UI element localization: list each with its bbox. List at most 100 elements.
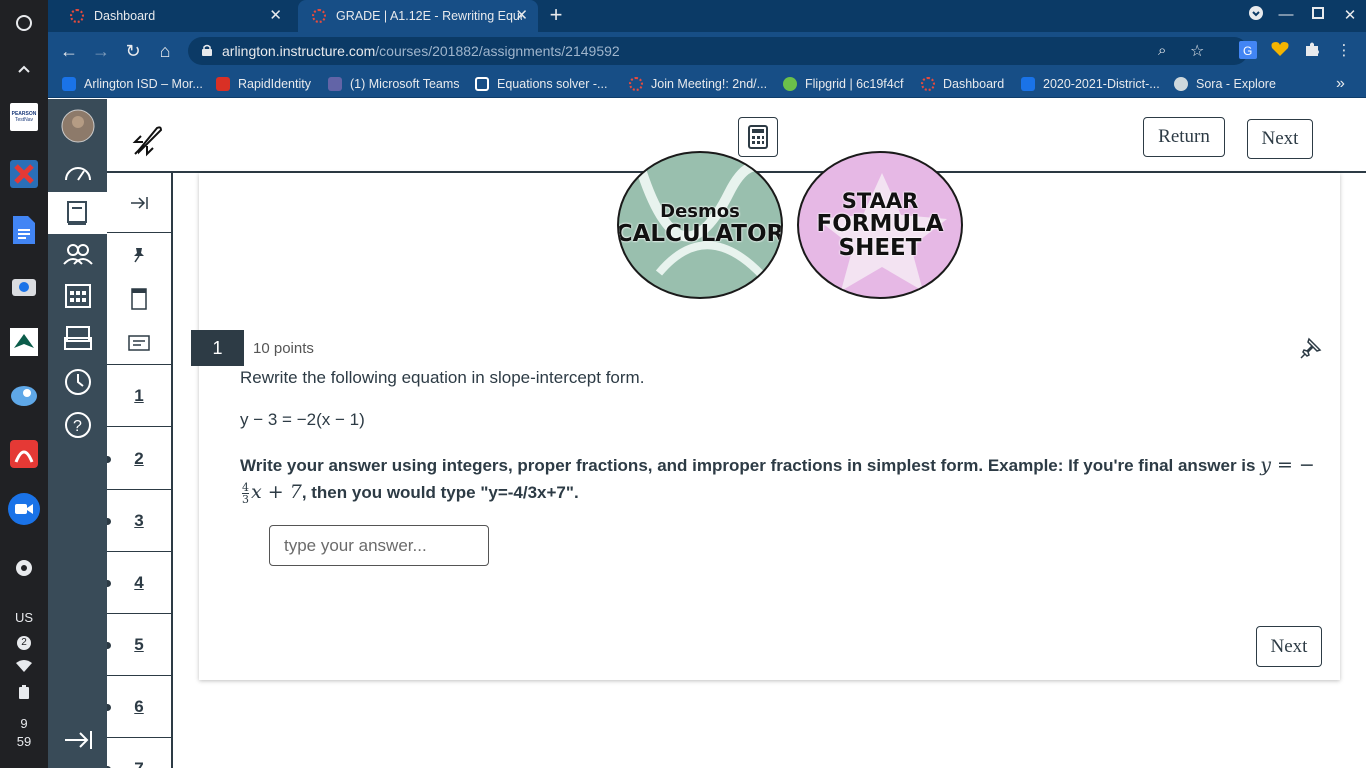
clock-hour[interactable]: 9: [0, 716, 48, 731]
collapse-nav-icon[interactable]: [48, 719, 107, 761]
reload-icon[interactable]: ↻: [122, 40, 144, 62]
question-nav-item-7[interactable]: 7: [107, 738, 171, 768]
bookmark-rapididentity[interactable]: RapidIdentity: [216, 75, 311, 93]
bookmark-arlington-isd[interactable]: Arlington ISD – Mor...: [62, 75, 203, 93]
bookmark-label: RapidIdentity: [238, 77, 311, 91]
expand-panel-icon[interactable]: [107, 173, 171, 233]
calculator-icon: [748, 125, 768, 149]
clock-minute[interactable]: 59: [0, 734, 48, 749]
bookmark-join-meeting[interactable]: Join Meeting!: 2nd/...: [629, 75, 767, 93]
question-nav-number: 1: [134, 385, 144, 405]
dragon-app-icon[interactable]: [7, 437, 41, 471]
bookmark-sora[interactable]: Sora - Explore: [1174, 75, 1276, 93]
question-nav-number: 2: [134, 448, 144, 468]
svg-text:?: ?: [73, 418, 82, 435]
extensions-puzzle-icon[interactable]: [1302, 41, 1322, 61]
bookmark-equations-solver[interactable]: Equations solver -...: [475, 75, 607, 93]
fraction-numerator: 4: [242, 480, 249, 494]
zoom-search-icon[interactable]: ⌕: [1158, 42, 1166, 59]
inbox-icon[interactable]: [48, 317, 107, 359]
google-translate-icon[interactable]: G: [1238, 41, 1258, 61]
math-part-a: y = −: [1260, 454, 1315, 476]
question-prompt: Rewrite the following equation in slope-…: [240, 368, 645, 387]
tab-search-icon[interactable]: [1246, 6, 1266, 24]
list-view-icon[interactable]: [107, 321, 171, 365]
history-clock-icon[interactable]: [48, 361, 107, 403]
zoom-icon[interactable]: [8, 493, 40, 525]
close-tab-icon[interactable]: ✕: [515, 8, 528, 23]
tab-title: GRADE | A1.12E - Rewriting Equa: [336, 9, 522, 23]
fraction: 43: [242, 482, 249, 505]
pin-question-icon[interactable]: [1300, 337, 1322, 359]
address-bar[interactable]: arlington.instructure.com/courses/201882…: [188, 37, 1248, 65]
groups-icon[interactable]: [48, 233, 107, 275]
courses-icon[interactable]: [48, 192, 107, 234]
app-x-icon[interactable]: [7, 157, 41, 191]
grid-icon: [475, 77, 489, 91]
bookmark-star-icon[interactable]: ☆: [1190, 41, 1204, 61]
staar-label-line2: FORMULA: [816, 210, 944, 237]
audio-icon[interactable]: [7, 551, 41, 585]
browser-tab-dashboard[interactable]: Dashboard ✕: [56, 0, 292, 32]
question-points: 10 points: [253, 340, 314, 357]
question-instructions: Write your answer using integers, proper…: [240, 452, 1325, 506]
bookmark-district[interactable]: 2020-2021-District-...: [1021, 75, 1160, 93]
question-nav-number: 7: [134, 758, 144, 768]
camera-icon[interactable]: [7, 269, 41, 303]
bookmark-microsoft-teams[interactable]: (1) Microsoft Teams: [328, 75, 460, 93]
back-icon[interactable]: ←: [58, 40, 80, 62]
question-nav-item-6[interactable]: 6: [107, 676, 171, 738]
desmos-calculator-link[interactable]: Desmos CALCULATOR: [617, 151, 783, 299]
input-locale[interactable]: US: [0, 610, 48, 625]
question-nav-item-1[interactable]: 1: [107, 365, 171, 427]
close-window-icon[interactable]: ✕: [1340, 6, 1360, 24]
question-nav-item-4[interactable]: 4: [107, 552, 171, 614]
bookmark-dashboard[interactable]: Dashboard: [921, 75, 1004, 93]
calculator-button[interactable]: [738, 117, 778, 157]
forward-icon[interactable]: →: [90, 40, 112, 62]
answer-input[interactable]: [269, 525, 489, 566]
unanswered-dot: [107, 456, 111, 463]
launcher-icon[interactable]: [7, 6, 41, 40]
notification-count-badge[interactable]: 2: [17, 636, 31, 650]
question-card: Desmos CALCULATOR STAAR FORMULA SHEET: [199, 151, 1340, 680]
canvas-global-nav: ?: [48, 99, 107, 768]
question-nav-item-5[interactable]: 5: [107, 614, 171, 676]
battery-icon[interactable]: [7, 682, 41, 702]
flipgrid-icon: [783, 77, 797, 91]
origami-app-icon[interactable]: [7, 325, 41, 359]
question-equation: y − 3 = −2(x − 1): [240, 410, 365, 429]
unanswered-dot: [107, 642, 111, 649]
bookmarks-bar: Arlington ISD – Mor... RapidIdentity (1)…: [48, 70, 1366, 98]
rocket-app-icon[interactable]: [7, 379, 41, 413]
home-icon[interactable]: ⌂: [154, 40, 176, 62]
browser-tab-grade[interactable]: GRADE | A1.12E - Rewriting Equa ✕: [298, 0, 538, 32]
calendar-icon[interactable]: [48, 274, 107, 316]
heart-extension-icon[interactable]: [1270, 41, 1290, 61]
google-docs-icon[interactable]: [7, 213, 41, 247]
minimize-icon[interactable]: —: [1276, 6, 1296, 23]
pearson-testnav-icon[interactable]: PEARSON TestNav: [10, 103, 38, 131]
staar-formula-sheet-link[interactable]: STAAR FORMULA SHEET: [797, 151, 963, 299]
new-tab-icon[interactable]: +: [546, 2, 566, 28]
bookmark-view-icon[interactable]: [107, 277, 171, 321]
bookmarks-overflow-icon[interactable]: »: [1336, 75, 1345, 93]
question-nav-item-2[interactable]: 2: [107, 428, 171, 490]
question-nav-item-3[interactable]: 3: [107, 490, 171, 552]
next-button-top[interactable]: Next: [1247, 119, 1313, 159]
browser-menu-icon[interactable]: ⋮: [1334, 41, 1354, 61]
teams-icon: [328, 77, 342, 91]
return-button[interactable]: Return: [1143, 117, 1225, 157]
next-button-bottom[interactable]: Next: [1256, 626, 1322, 667]
account-avatar[interactable]: [48, 105, 107, 147]
close-tab-icon[interactable]: ✕: [269, 8, 282, 23]
pinned-questions-icon[interactable]: [107, 233, 171, 277]
help-icon[interactable]: ?: [48, 404, 107, 446]
lock-icon: [202, 44, 212, 56]
unanswered-dot: [107, 518, 111, 525]
bookmark-flipgrid[interactable]: Flipgrid | 6c19f4cf: [783, 75, 903, 93]
dashboard-icon[interactable]: [48, 151, 107, 193]
maximize-icon[interactable]: [1308, 6, 1328, 23]
wifi-icon[interactable]: [7, 656, 41, 676]
chevron-up-icon[interactable]: [7, 52, 41, 86]
